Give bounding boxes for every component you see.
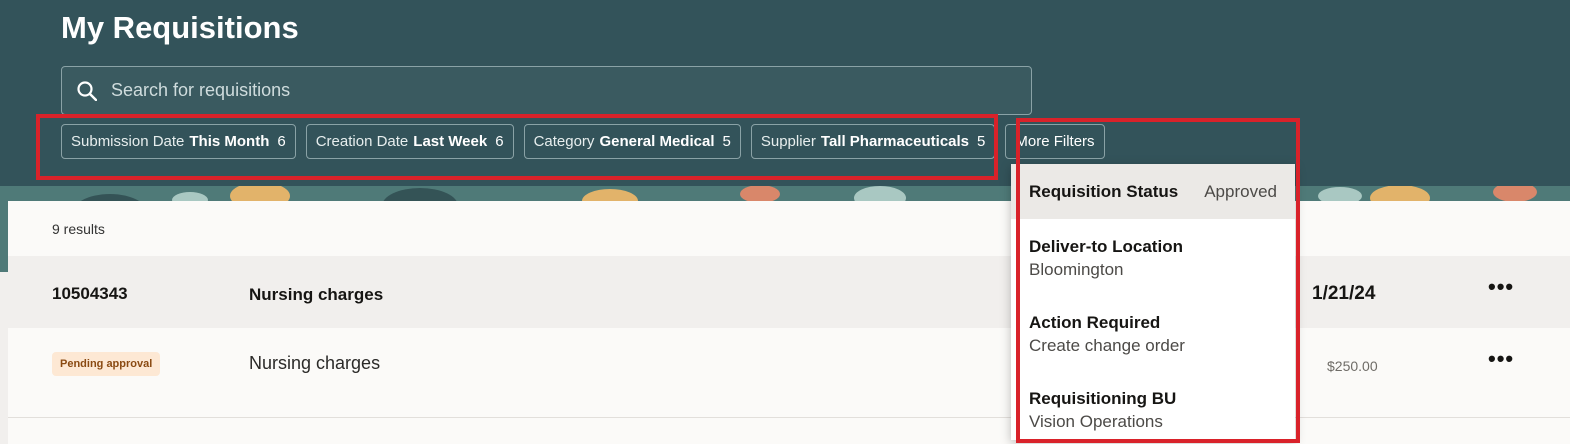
- filter-option-requisition-status[interactable]: Requisition Status Approved: [1011, 164, 1295, 219]
- line-amount: $250.00: [1327, 358, 1378, 374]
- page-title: My Requisitions: [61, 10, 299, 45]
- filter-option-value: Approved: [1204, 181, 1277, 201]
- search-input[interactable]: [111, 80, 991, 101]
- requisition-number[interactable]: 10504343: [52, 284, 128, 304]
- filter-chip-label: Creation Date: [315, 133, 409, 150]
- search-bar[interactable]: [61, 66, 1032, 115]
- filter-chip-supplier[interactable]: Supplier Tall Pharmaceuticals 5: [750, 124, 996, 159]
- filter-chip-value: Last Week: [413, 133, 488, 150]
- filter-chip-count: 6: [277, 133, 286, 150]
- filter-chip-submission-date[interactable]: Submission Date This Month 6: [61, 124, 296, 159]
- filter-chip-count: 6: [495, 133, 504, 150]
- results-panel: 9 results 10504343 Nursing charges 1/21/…: [8, 201, 1570, 444]
- search-icon: [77, 80, 97, 101]
- filter-chip-value: General Medical: [599, 133, 715, 150]
- filter-chip-label: Category: [533, 133, 595, 150]
- filter-option-label: Requisition Status: [1029, 181, 1179, 201]
- filter-chip-count: 5: [977, 133, 986, 150]
- requisition-row[interactable]: 10504343 Nursing charges 1/21/24 •••: [8, 256, 1570, 328]
- filter-chip-bar: Submission Date This Month 6 Creation Da…: [61, 124, 1105, 159]
- filter-chip-creation-date[interactable]: Creation Date Last Week 6: [305, 124, 514, 159]
- filter-chip-category[interactable]: Category General Medical 5: [523, 124, 741, 159]
- results-count: 9 results: [52, 221, 105, 237]
- filter-option-label: Action Required: [1029, 313, 1161, 332]
- requisition-line-row[interactable]: Pending approval Nursing charges $250.00…: [8, 328, 1570, 418]
- line-actions-menu-icon[interactable]: •••: [1488, 346, 1514, 372]
- filter-option-value: Vision Operations: [1029, 412, 1163, 431]
- requisition-description: Nursing charges: [249, 285, 384, 304]
- filter-chip-value: Tall Pharmaceuticals: [820, 133, 970, 150]
- requisition-date: 1/21/24: [1312, 283, 1376, 304]
- filter-option-value: Create change order: [1029, 336, 1185, 355]
- more-filters-label: More Filters: [1015, 133, 1095, 150]
- filter-chip-label: Submission Date: [71, 133, 185, 150]
- filter-chip-label: Supplier: [760, 133, 816, 150]
- line-description: Nursing charges: [249, 353, 381, 373]
- filter-option-requisitioning-bu[interactable]: Requisitioning BU Vision Operations: [1011, 371, 1295, 444]
- filter-chip-count: 5: [722, 133, 731, 150]
- filter-option-action-required[interactable]: Action Required Create change order: [1011, 295, 1295, 371]
- requisition-actions-menu-icon[interactable]: •••: [1488, 274, 1514, 300]
- status-badge: Pending approval: [52, 352, 161, 376]
- filter-option-label: Deliver-to Location: [1029, 237, 1183, 256]
- more-filters-dropdown: Requisition Status Approved Deliver-to L…: [1011, 164, 1295, 440]
- more-filters-button[interactable]: More Filters: [1005, 124, 1105, 159]
- filter-chip-value: This Month: [189, 133, 270, 150]
- filter-option-deliver-to-location[interactable]: Deliver-to Location Bloomington: [1011, 219, 1295, 295]
- filter-option-value: Bloomington: [1029, 260, 1124, 279]
- filter-option-label: Requisitioning BU: [1029, 389, 1177, 408]
